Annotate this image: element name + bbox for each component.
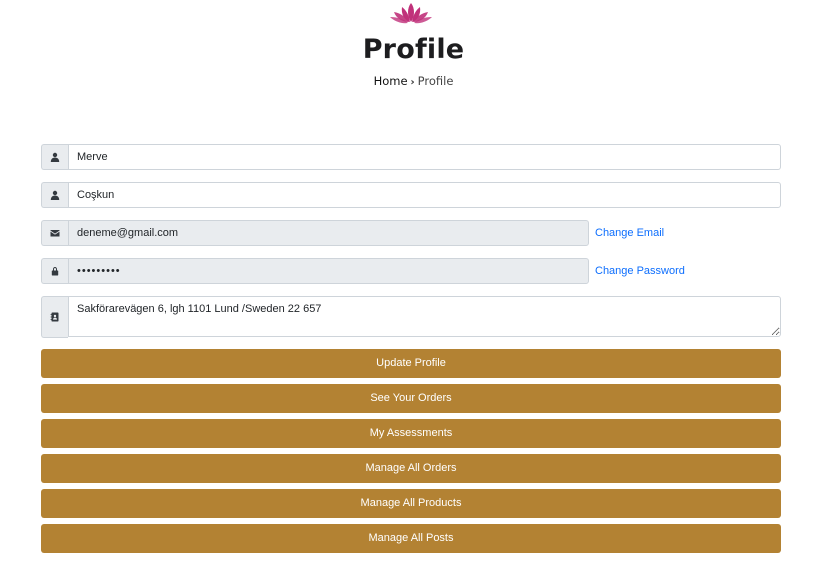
breadcrumb-current: Profile	[417, 74, 454, 88]
email-field	[68, 220, 589, 246]
manage-orders-button[interactable]: Manage All Orders	[41, 454, 781, 483]
email-row: Change Email	[41, 220, 781, 246]
manage-posts-button[interactable]: Manage All Posts	[41, 524, 781, 553]
page-title: Profile	[362, 34, 465, 65]
last-name-row	[41, 182, 781, 208]
my-assessments-button[interactable]: My Assessments	[41, 419, 781, 448]
see-orders-button[interactable]: See Your Orders	[41, 384, 781, 413]
breadcrumb-home-link[interactable]: Home	[374, 74, 408, 88]
password-field	[68, 258, 589, 284]
update-profile-button[interactable]: Update Profile	[41, 349, 781, 378]
envelope-icon	[41, 220, 68, 246]
lotus-logo-icon	[390, 3, 432, 24]
last-name-input[interactable]	[68, 182, 781, 208]
breadcrumb: Home › Profile	[0, 73, 827, 91]
first-name-input[interactable]	[68, 144, 781, 170]
manage-products-button[interactable]: Manage All Products	[41, 489, 781, 518]
lock-icon	[41, 258, 68, 284]
breadcrumb-separator: ›	[410, 77, 415, 88]
address-textarea[interactable]: Sakförarevägen 6, lgh 1101 Lund /Sweden …	[68, 296, 781, 337]
first-name-row	[41, 144, 781, 170]
change-email-link[interactable]: Change Email	[595, 227, 664, 239]
address-book-icon	[41, 296, 68, 338]
password-row: Change Password	[41, 258, 781, 284]
user-icon	[41, 182, 68, 208]
change-password-link[interactable]: Change Password	[595, 265, 685, 277]
address-row: Sakförarevägen 6, lgh 1101 Lund /Sweden …	[41, 296, 781, 338]
user-icon	[41, 144, 68, 170]
profile-form: Change Email Change Password Sakförarevä…	[41, 144, 781, 559]
